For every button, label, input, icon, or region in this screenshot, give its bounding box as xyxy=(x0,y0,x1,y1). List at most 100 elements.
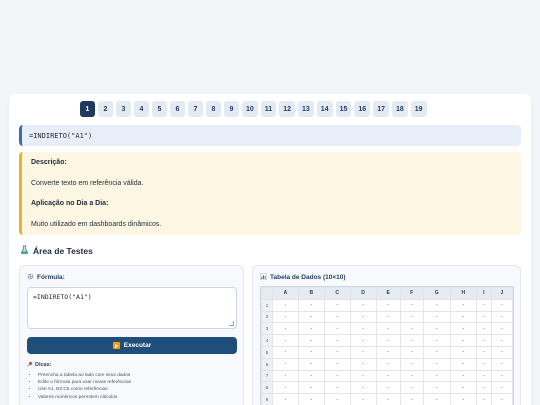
table-cell[interactable]: - xyxy=(475,298,492,312)
page-button-16[interactable]: 16 xyxy=(354,101,371,117)
table-cell[interactable]: - xyxy=(272,298,299,312)
table-cell[interactable]: - xyxy=(490,322,513,336)
page-button-14[interactable]: 14 xyxy=(316,101,333,117)
table-cell[interactable]: - xyxy=(422,322,451,336)
table-cell[interactable]: - xyxy=(375,298,401,312)
page-button-1[interactable]: 1 xyxy=(80,101,95,117)
page-button-9[interactable]: 9 xyxy=(224,101,239,117)
execute-button[interactable]: Executar xyxy=(27,337,237,354)
table-cell[interactable]: - xyxy=(349,310,377,324)
table-cell[interactable]: - xyxy=(475,393,492,405)
table-cell[interactable]: - xyxy=(449,345,477,359)
table-cell[interactable]: - xyxy=(399,334,424,347)
table-cell[interactable]: - xyxy=(297,334,325,347)
table-cell[interactable]: - xyxy=(422,381,451,395)
table-cell[interactable]: - xyxy=(349,357,377,371)
table-cell[interactable]: - xyxy=(349,334,377,347)
page-button-10[interactable]: 10 xyxy=(242,101,258,117)
page-button-19[interactable]: 19 xyxy=(410,101,427,117)
table-cell[interactable]: - xyxy=(349,298,377,312)
page-button-13[interactable]: 13 xyxy=(298,101,314,117)
table-cell[interactable]: - xyxy=(323,334,351,347)
table-cell[interactable]: - xyxy=(272,345,299,359)
table-cell[interactable]: - xyxy=(323,310,351,324)
table-cell[interactable]: - xyxy=(323,393,351,405)
table-cell[interactable]: - xyxy=(422,345,451,359)
table-cell[interactable]: - xyxy=(297,322,325,336)
table-cell[interactable]: - xyxy=(399,393,424,405)
table-cell[interactable]: - xyxy=(475,322,492,336)
formula-input[interactable]: =INDIRETO("A1") xyxy=(27,287,237,329)
table-cell[interactable]: - xyxy=(297,310,325,324)
table-cell[interactable]: - xyxy=(375,334,401,347)
table-cell[interactable]: - xyxy=(449,393,477,405)
resize-handle[interactable] xyxy=(229,321,234,326)
table-cell[interactable]: - xyxy=(422,310,451,324)
page-button-18[interactable]: 18 xyxy=(391,101,408,117)
table-cell[interactable]: - xyxy=(449,334,477,347)
page-button-4[interactable]: 4 xyxy=(134,101,149,117)
table-cell[interactable]: - xyxy=(399,345,424,359)
table-cell[interactable]: - xyxy=(272,357,299,371)
table-cell[interactable]: - xyxy=(490,298,513,312)
table-cell[interactable]: - xyxy=(490,334,513,347)
table-cell[interactable]: - xyxy=(422,298,451,312)
table-cell[interactable]: - xyxy=(475,369,492,383)
table-cell[interactable]: - xyxy=(422,393,451,405)
table-cell[interactable]: - xyxy=(272,381,299,395)
table-cell[interactable]: - xyxy=(475,345,492,359)
table-cell[interactable]: - xyxy=(399,369,424,383)
page-button-7[interactable]: 7 xyxy=(188,101,203,117)
table-cell[interactable]: - xyxy=(349,381,377,395)
table-cell[interactable]: - xyxy=(272,310,299,324)
table-cell[interactable]: - xyxy=(297,298,325,312)
page-button-3[interactable]: 3 xyxy=(116,101,131,117)
table-cell[interactable]: - xyxy=(349,345,377,359)
table-cell[interactable]: - xyxy=(272,393,299,405)
table-cell[interactable]: - xyxy=(422,334,451,347)
page-button-8[interactable]: 8 xyxy=(206,101,221,117)
table-cell[interactable]: - xyxy=(297,393,325,405)
table-cell[interactable]: - xyxy=(349,393,377,405)
table-cell[interactable]: - xyxy=(399,298,424,312)
page-button-2[interactable]: 2 xyxy=(98,101,113,117)
table-cell[interactable]: - xyxy=(475,357,492,371)
table-cell[interactable]: - xyxy=(475,334,492,347)
table-cell[interactable]: - xyxy=(475,381,492,395)
table-cell[interactable]: - xyxy=(475,310,492,324)
table-cell[interactable]: - xyxy=(297,369,325,383)
table-cell[interactable]: - xyxy=(490,357,513,371)
page-button-15[interactable]: 15 xyxy=(335,101,352,117)
table-cell[interactable]: - xyxy=(399,381,424,395)
table-cell[interactable]: - xyxy=(272,369,299,383)
page-button-11[interactable]: 11 xyxy=(260,101,277,117)
table-cell[interactable]: - xyxy=(490,369,513,383)
page-button-6[interactable]: 6 xyxy=(170,101,185,117)
table-cell[interactable]: - xyxy=(449,310,477,324)
table-cell[interactable]: - xyxy=(375,357,401,371)
page-button-5[interactable]: 5 xyxy=(152,101,167,117)
table-cell[interactable]: - xyxy=(449,369,477,383)
table-cell[interactable]: - xyxy=(490,393,513,405)
table-cell[interactable]: - xyxy=(297,345,325,359)
table-cell[interactable]: - xyxy=(323,369,351,383)
table-cell[interactable]: - xyxy=(449,357,477,371)
table-cell[interactable]: - xyxy=(375,345,401,359)
table-cell[interactable]: - xyxy=(399,357,424,371)
page-button-12[interactable]: 12 xyxy=(279,101,295,117)
table-cell[interactable]: - xyxy=(323,381,351,395)
table-cell[interactable]: - xyxy=(375,322,401,336)
table-cell[interactable]: - xyxy=(297,381,325,395)
table-cell[interactable]: - xyxy=(323,322,351,336)
table-cell[interactable]: - xyxy=(375,369,401,383)
table-cell[interactable]: - xyxy=(297,357,325,371)
table-cell[interactable]: - xyxy=(490,345,513,359)
table-cell[interactable]: - xyxy=(375,381,401,395)
table-cell[interactable]: - xyxy=(323,345,351,359)
table-cell[interactable]: - xyxy=(349,369,377,383)
table-cell[interactable]: - xyxy=(349,322,377,336)
table-cell[interactable]: - xyxy=(375,310,401,324)
table-cell[interactable]: - xyxy=(449,381,477,395)
table-cell[interactable]: - xyxy=(490,310,513,324)
table-cell[interactable]: - xyxy=(449,298,477,312)
